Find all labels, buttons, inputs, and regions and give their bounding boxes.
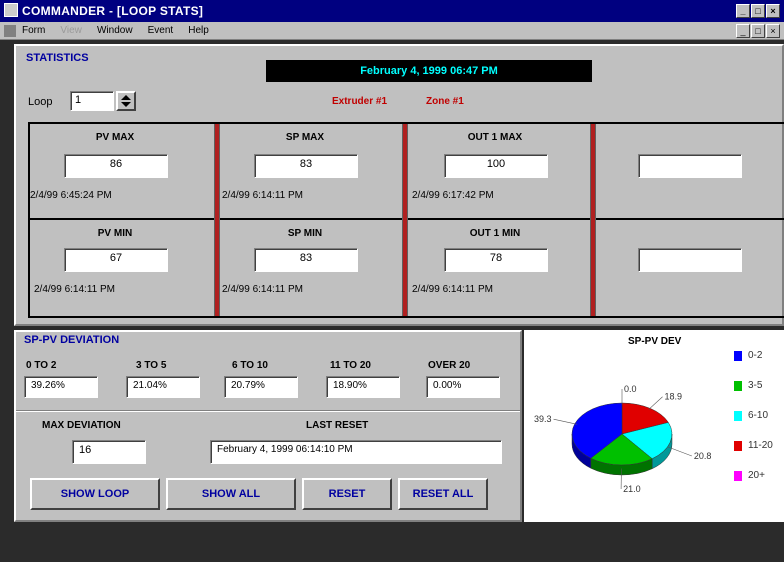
menu-help[interactable]: Help [188, 25, 209, 36]
pv-max-field: 86 [64, 154, 168, 178]
chart-panel: SP-PV DEV 18.9 20.8 21.0 39.3 0.0 0-2 3-5 6-10… [524, 330, 784, 522]
pv-min-field: 67 [64, 248, 168, 272]
legend-item: 0-2 [734, 350, 762, 361]
menu-view[interactable]: View [60, 25, 82, 36]
reset-button[interactable]: RESET [302, 478, 392, 510]
legend-swatch [734, 470, 742, 481]
show-all-button[interactable]: SHOW ALL [166, 478, 296, 510]
zone-label: Zone #1 [426, 96, 464, 107]
pie-leader-line [553, 418, 578, 425]
pie-value-label: 18.9 [665, 392, 683, 402]
reset-all-button[interactable]: RESET ALL [398, 478, 488, 510]
pie-chart: 18.9 20.8 21.0 39.3 0.0 [534, 384, 712, 494]
minimize-button[interactable]: _ [736, 4, 750, 18]
statistics-title: STATISTICS [26, 52, 89, 64]
pie-leader-line [648, 396, 663, 410]
extruder-label: Extruder #1 [332, 96, 388, 107]
legend-label: 0-2 [748, 350, 763, 361]
pv-min-time: 2/4/99 6:14:11 PM [34, 284, 115, 295]
pv-max-time: 2/4/99 6:45:24 PM [30, 190, 112, 201]
deviation-divider [16, 410, 520, 412]
menu-bar: Form View Window Event Help _ □ × [0, 22, 784, 40]
pie-value-label: 0.0 [624, 384, 637, 394]
bucket-label: 3 TO 5 [136, 360, 167, 371]
pie-leader-line [667, 446, 692, 457]
app-icon[interactable] [4, 3, 18, 17]
pv-max-title: PV MAX [95, 132, 135, 143]
menu-event[interactable]: Event [148, 25, 174, 36]
bucket-label: 6 TO 10 [232, 360, 268, 371]
datetime-display: February 4, 1999 06:47 PM [266, 60, 592, 82]
legend-swatch [734, 440, 742, 451]
bucket-label: OVER 20 [428, 360, 471, 371]
max-deviation-label: MAX DEVIATION [42, 420, 121, 431]
sp-max-field: 83 [254, 154, 358, 178]
window-title: COMMANDER - [LOOP STATS] [22, 4, 204, 18]
mdi-minimize-button[interactable]: _ [736, 24, 750, 38]
sp-max-title: SP MAX [285, 132, 325, 143]
legend-item: 3-5 [734, 380, 762, 391]
bucket-field: 20.79% [224, 376, 298, 398]
loop-input[interactable]: 1 [70, 91, 114, 111]
bucket-field: 39.26% [24, 376, 98, 398]
loop-spinner[interactable] [116, 91, 136, 111]
bucket-field: 0.00% [426, 376, 500, 398]
spinner-arrows-icon [121, 95, 131, 107]
bucket-field: 18.90% [326, 376, 400, 398]
sp-max-time: 2/4/99 6:14:11 PM [222, 190, 303, 201]
show-loop-button[interactable]: SHOW LOOP [30, 478, 160, 510]
legend-label: 11-20 [748, 440, 773, 451]
last-reset-field: February 4, 1999 06:14:10 PM [210, 440, 502, 464]
legend-item: 6-10 [734, 410, 768, 421]
sp-min-time: 2/4/99 6:14:11 PM [222, 284, 303, 295]
legend-label: 3-5 [748, 380, 763, 391]
mdi-restore-button[interactable]: □ [751, 24, 765, 38]
window-controls: _ □ × [735, 3, 780, 18]
loop-label: Loop [28, 96, 53, 108]
column-divider [214, 124, 220, 316]
pv-min-title: PV MIN [97, 228, 133, 239]
bucket-field: 21.04% [126, 376, 200, 398]
pie-value-label: 21.0 [623, 484, 641, 494]
chart-legend: 0-2 3-5 6-10 11-20 20+ [734, 350, 784, 520]
legend-swatch [734, 410, 742, 421]
sp-min-title: SP MIN [287, 228, 323, 239]
out1-max-time: 2/4/99 6:17:42 PM [412, 190, 494, 201]
legend-label: 6-10 [748, 410, 769, 421]
legend-swatch [734, 350, 742, 361]
close-button[interactable]: × [766, 4, 780, 18]
bucket-label: 0 TO 2 [26, 360, 57, 371]
title-bar: COMMANDER - [LOOP STATS] _ □ × [0, 0, 784, 22]
chart-title: SP-PV DEV [628, 336, 682, 347]
out1-max-field: 100 [444, 154, 548, 178]
out1-min-field: 78 [444, 248, 548, 272]
maximize-button[interactable]: □ [751, 4, 765, 18]
document-icon[interactable] [4, 25, 16, 37]
last-reset-label: LAST RESET [306, 420, 369, 431]
legend-label: 20+ [748, 470, 765, 481]
column-divider [590, 124, 596, 316]
deviation-panel: SP-PV DEVIATION 0 TO 2 39.26% 3 TO 5 21.… [14, 330, 522, 522]
sp-min-field: 83 [254, 248, 358, 272]
pie-value-label: 39.3 [534, 414, 552, 424]
bucket-label: 11 TO 20 [330, 360, 371, 371]
out1-min-title: OUT 1 MIN [469, 228, 521, 239]
legend-item: 20+ [734, 470, 765, 481]
menu-window[interactable]: Window [97, 25, 133, 36]
out1-min-time: 2/4/99 6:14:11 PM [412, 284, 493, 295]
extra-max-field [638, 154, 742, 178]
deviation-title: SP-PV DEVIATION [24, 334, 120, 346]
menu-form[interactable]: Form [22, 25, 45, 36]
pie-value-label: 20.8 [694, 451, 712, 461]
statistics-panel: STATISTICS February 4, 1999 06:47 PM Loo… [14, 44, 784, 326]
column-divider [402, 124, 408, 316]
legend-swatch [734, 380, 742, 391]
extra-min-field [638, 248, 742, 272]
mdi-controls: _ □ × [735, 24, 780, 38]
max-deviation-field: 16 [72, 440, 146, 464]
legend-item: 11-20 [734, 440, 773, 451]
stats-grid: PV MAX 86 2/4/99 6:45:24 PM SP MAX 83 2/… [28, 122, 784, 318]
mdi-close-button[interactable]: × [766, 24, 780, 38]
out1-max-title: OUT 1 MAX [467, 132, 523, 143]
